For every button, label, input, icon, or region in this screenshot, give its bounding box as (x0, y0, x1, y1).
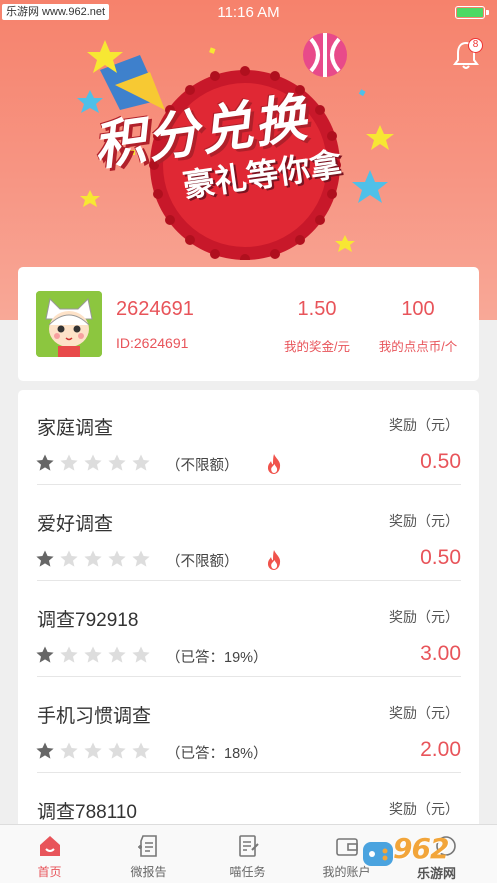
star-icon (60, 742, 78, 759)
reward-value: 2.00 (420, 738, 461, 761)
notification-bell[interactable]: 8 (453, 38, 483, 70)
star-icon (84, 454, 102, 471)
difficulty-rating (35, 549, 151, 569)
reward-value: 3.00 (420, 642, 461, 665)
logo-subtext: 乐游网 (417, 866, 457, 881)
logo-text: 962 (393, 832, 449, 865)
survey-note: （已答：18%） (166, 746, 268, 762)
tab-home[interactable]: 首页 (0, 825, 99, 883)
fire-icon (267, 454, 281, 474)
wallet-icon (335, 838, 358, 856)
survey-item[interactable]: 家庭调查 奖励（元） （不限额） 0.50 (18, 390, 479, 486)
avatar[interactable] (36, 291, 102, 357)
user-id: ID:2624691 (116, 335, 189, 351)
star-icon (108, 454, 126, 471)
survey-list: 家庭调查 奖励（元） （不限额） 0.50 爱好调查 奖励（元） （不限额） 0.50 调查79… (18, 390, 479, 830)
star-icon (60, 646, 78, 663)
divider (37, 772, 461, 773)
star-icon (36, 550, 54, 567)
star-icon (108, 646, 126, 663)
survey-title: 调查792918 (37, 610, 139, 631)
tab-task[interactable]: 喵任务 (198, 825, 297, 883)
reward-label: 奖励（元） (389, 609, 459, 625)
star-icon (84, 646, 102, 663)
bonus-value: 1.50 (297, 298, 337, 320)
star-icon (84, 742, 102, 759)
reward-value: 0.50 (420, 450, 461, 473)
divider (37, 580, 461, 581)
site-logo-watermark: 962 乐游网 (359, 830, 491, 882)
tab-task-label: 喵任务 (229, 865, 266, 879)
coins-stat[interactable]: 100 我的点点币/个 (368, 298, 468, 355)
fire-icon (267, 550, 281, 570)
star-icon (60, 550, 78, 567)
report-icon (137, 835, 157, 857)
survey-item[interactable]: 手机习惯调查 奖励（元） （已答：18%） 2.00 (18, 678, 479, 774)
cat-avatar-icon (36, 291, 102, 357)
status-time: 11:16 AM (217, 4, 280, 21)
survey-title: 调查788110 (37, 802, 137, 823)
star-icon (36, 454, 54, 471)
difficulty-rating (35, 645, 151, 665)
battery-icon (455, 6, 489, 19)
survey-note: （已答：19%） (166, 650, 268, 666)
survey-item[interactable]: 调查788110 奖励（元） (18, 774, 479, 830)
tab-report[interactable]: 微报告 (99, 825, 198, 883)
star-icon (132, 646, 150, 663)
reward-value: 0.50 (420, 546, 461, 569)
tab-report-label: 微报告 (130, 865, 167, 879)
survey-note: （不限额） (166, 554, 239, 570)
reward-label: 奖励（元） (389, 705, 459, 721)
survey-item[interactable]: 爱好调查 奖励（元） （不限额） 0.50 (18, 486, 479, 582)
star-icon (36, 742, 54, 759)
notification-badge: 8 (468, 38, 483, 53)
star-icon (132, 742, 150, 759)
star-icon (84, 550, 102, 567)
user-number: 2624691 (116, 298, 194, 320)
survey-title: 爱好调查 (37, 514, 114, 535)
star-icon (108, 742, 126, 759)
bonus-stat[interactable]: 1.50 我的奖金/元 (262, 298, 372, 355)
divider (37, 676, 461, 677)
star-icon (108, 550, 126, 567)
reward-label: 奖励（元） (389, 801, 459, 817)
reward-label: 奖励（元） (389, 513, 459, 529)
survey-note: （不限额） (166, 458, 239, 474)
points-exchange-banner[interactable]: 积分兑换 豪礼等你拿 (70, 30, 410, 264)
reward-label: 奖励（元） (389, 417, 459, 433)
coins-value: 100 (401, 298, 435, 320)
survey-item[interactable]: 调查792918 奖励（元） （已答：19%） 3.00 (18, 582, 479, 678)
home-icon (39, 836, 60, 856)
task-icon (238, 835, 259, 857)
profile-card: 2624691 ID:2624691 1.50 我的奖金/元 100 我的点点币… (18, 267, 479, 381)
star-icon (36, 646, 54, 663)
difficulty-rating (35, 741, 151, 761)
bonus-label: 我的奖金/元 (284, 340, 350, 354)
coins-label: 我的点点币/个 (378, 340, 458, 354)
star-icon (132, 550, 150, 567)
star-icon (132, 454, 150, 471)
survey-title: 手机习惯调查 (37, 706, 152, 727)
status-bar: 乐游网 www.962.net 11:16 AM (0, 0, 497, 26)
star-icon (60, 454, 78, 471)
survey-title: 家庭调查 (37, 418, 114, 439)
battery-level (457, 8, 483, 17)
difficulty-rating (35, 453, 151, 473)
tab-home-label: 首页 (37, 865, 62, 879)
divider (37, 484, 461, 485)
